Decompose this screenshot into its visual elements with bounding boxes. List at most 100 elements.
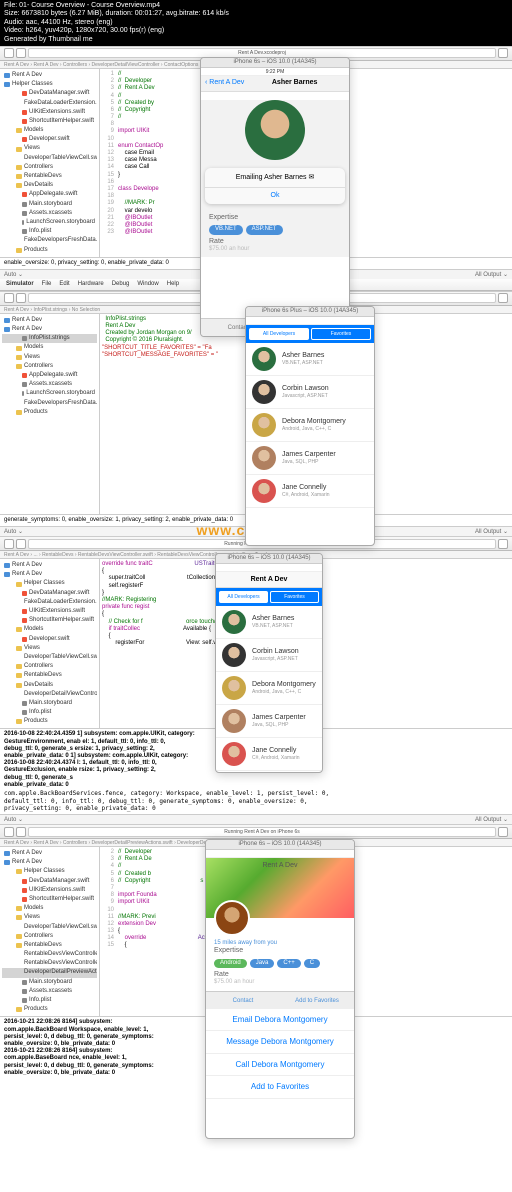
tree-item[interactable]: Helper Classes (2, 80, 97, 89)
tree-item[interactable]: Developer.swift (2, 635, 97, 644)
developer-row[interactable]: Jane ConnellyC#, Android, Xamarin (216, 738, 322, 771)
tree-item[interactable]: DevDataManager.swift (2, 877, 97, 886)
tree-item[interactable]: Models (2, 904, 97, 913)
tree-item[interactable]: RentableDevsViewControllerPreviewing.swi… (2, 959, 97, 968)
tree-item[interactable]: Info.plist (2, 227, 97, 236)
project-navigator[interactable]: Rent A DevHelper ClassesDevDataManager.s… (0, 69, 100, 257)
alert-ok-button[interactable]: Ok (205, 187, 345, 204)
menu-simulator[interactable]: Simulator (6, 281, 34, 288)
tree-item[interactable]: DeveloperDetailPreviewActions.swift (2, 968, 97, 977)
tree-item[interactable]: Main.storyboard (2, 699, 97, 708)
developer-row[interactable]: Corbin LawsonJavascript, ASP.NET (216, 639, 322, 672)
tree-item[interactable]: DevDataManager.swift (2, 89, 97, 98)
developer-row[interactable]: Debora MontgomeryAndroid, Java, C++, C (216, 672, 322, 705)
tree-item[interactable]: DevDataManager.swift (2, 589, 97, 598)
layout-button[interactable] (498, 827, 508, 837)
simulator-window-1[interactable]: iPhone 6s – iOS 10.0 (14A345) 9:22 PM ‹ … (200, 57, 350, 337)
stop-button[interactable] (16, 293, 26, 303)
tree-item[interactable]: LaunchScreen.storyboard (2, 389, 97, 398)
tree-item[interactable]: Views (2, 144, 97, 153)
developer-row[interactable]: Asher BarnesVB.NET, ASP.NET (216, 606, 322, 639)
developer-row[interactable]: Jane ConnellyC#, Android, Xamarin (246, 475, 374, 508)
tree-item[interactable]: Rent A Dev (2, 849, 97, 858)
developer-row[interactable]: James CarpenterJava, SQL, PHP (246, 442, 374, 475)
email-action[interactable]: Email Debora Montgomery (206, 1009, 354, 1032)
tree-item[interactable]: Rent A Dev (2, 570, 97, 579)
tree-item[interactable]: RentableDevs (2, 941, 97, 950)
tab-all-developers[interactable]: All Developers (249, 328, 309, 340)
tree-item[interactable]: Assets.xcassets (2, 380, 97, 389)
tree-item[interactable]: Models (2, 343, 97, 352)
layout-button[interactable] (498, 48, 508, 58)
run-button[interactable] (4, 827, 14, 837)
menu-help[interactable]: Help (167, 281, 179, 288)
tree-item[interactable]: RentableDevsViewController.swift (2, 950, 97, 959)
contact-tab[interactable]: Contact (206, 992, 280, 1009)
call-action[interactable]: Call Debora Montgomery (206, 1054, 354, 1077)
stop-button[interactable] (16, 827, 26, 837)
project-navigator[interactable]: Rent A DevRent A DevHelper ClassesDevDat… (0, 847, 100, 1016)
simulator-window-2[interactable]: iPhone 6s Plus – iOS 10.0 (14A345) All D… (245, 306, 375, 546)
auto-dropdown[interactable]: Auto ⌄ (4, 270, 23, 279)
tree-item[interactable]: Developer.swift (2, 135, 97, 144)
tree-item[interactable]: Controllers (2, 362, 97, 371)
tree-item[interactable]: AppDelegate.swift (2, 190, 97, 199)
tree-item[interactable]: Info.plist (2, 996, 97, 1005)
tree-item[interactable]: Models (2, 625, 97, 634)
tree-item[interactable]: FakeDevelopersFreshData.plist (2, 399, 97, 408)
auto-dropdown[interactable]: Auto ⌄ (4, 527, 23, 536)
tree-item[interactable]: DeveloperTableViewCell.swift (2, 923, 97, 932)
tree-item[interactable]: Main.storyboard (2, 200, 97, 209)
menu-debug[interactable]: Debug (112, 281, 130, 288)
tree-item[interactable]: Products (2, 246, 97, 255)
tree-item[interactable]: RentableDevs (2, 671, 97, 680)
run-button[interactable] (4, 293, 14, 303)
tree-item[interactable]: Controllers (2, 662, 97, 671)
tree-item[interactable]: ShortcutItemHelper.swift (2, 117, 97, 126)
menu-window[interactable]: Window (137, 281, 158, 288)
tree-item[interactable]: Rent A Dev (2, 71, 97, 80)
all-output-dropdown[interactable]: All Output ⌄ (475, 527, 508, 536)
tree-item[interactable]: Assets.xcassets (2, 987, 97, 996)
tree-item[interactable]: Products (2, 1005, 97, 1014)
tree-item[interactable]: UIKitExtensions.swift (2, 108, 97, 117)
project-navigator[interactable]: Rent A DevRent A DevHelper ClassesDevDat… (0, 559, 100, 728)
developer-row[interactable]: Asher BarnesVB.NET, ASP.NET (246, 343, 374, 376)
tree-item[interactable]: AppDelegate.swift (2, 371, 97, 380)
tree-item[interactable]: Assets.xcassets (2, 209, 97, 218)
tree-item[interactable]: Rent A Dev (2, 316, 97, 325)
tree-item[interactable]: Helper Classes (2, 579, 97, 588)
tree-item[interactable]: FakeDevelopersFreshData.plist (2, 236, 97, 245)
stop-button[interactable] (16, 48, 26, 58)
tree-item[interactable]: DeveloperTableViewCell.swift (2, 653, 97, 662)
run-button[interactable] (4, 48, 14, 58)
tree-item[interactable]: Views (2, 353, 97, 362)
tree-item[interactable]: Controllers (2, 163, 97, 172)
auto-dropdown[interactable]: Auto ⌄ (4, 815, 23, 824)
tree-item[interactable]: LaunchScreen.storyboard (2, 218, 97, 227)
run-button[interactable] (4, 539, 14, 549)
layout-button[interactable] (498, 539, 508, 549)
all-output-dropdown[interactable]: All Output ⌄ (475, 815, 508, 824)
tree-item[interactable]: Rent A Dev (2, 561, 97, 570)
simulator-window-3[interactable]: iPhone 6s – iOS 10.0 (14A345) Rent A Dev… (215, 553, 323, 773)
tree-item[interactable]: Info.plist (2, 708, 97, 717)
tree-item[interactable]: Products (2, 408, 97, 417)
tree-item[interactable]: DeveloperDetailViewController.swift (2, 690, 97, 699)
tree-item[interactable]: Models (2, 126, 97, 135)
all-output-dropdown[interactable]: All Output ⌄ (475, 270, 508, 279)
tab-all-developers[interactable]: All Developers (219, 591, 268, 603)
tree-item[interactable]: Rent A Dev (2, 325, 97, 334)
add-favorite-action[interactable]: Add to Favorites (206, 1076, 354, 1099)
stop-button[interactable] (16, 539, 26, 549)
developer-row[interactable]: James CarpenterJava, SQL, PHP (216, 705, 322, 738)
tree-item[interactable]: ShortcutItemHelper.swift (2, 895, 97, 904)
developer-row[interactable]: Debora MontgomeryAndroid, Java, C++, C (246, 409, 374, 442)
tree-item[interactable]: Rent A Dev (2, 858, 97, 867)
tree-item[interactable]: Helper Classes (2, 867, 97, 876)
message-action[interactable]: Message Debora Montgomery (206, 1031, 354, 1054)
tree-item[interactable]: UIKitExtensions.swift (2, 607, 97, 616)
menu-file[interactable]: File (42, 281, 52, 288)
menu-edit[interactable]: Edit (59, 281, 69, 288)
tree-item[interactable]: Controllers (2, 932, 97, 941)
